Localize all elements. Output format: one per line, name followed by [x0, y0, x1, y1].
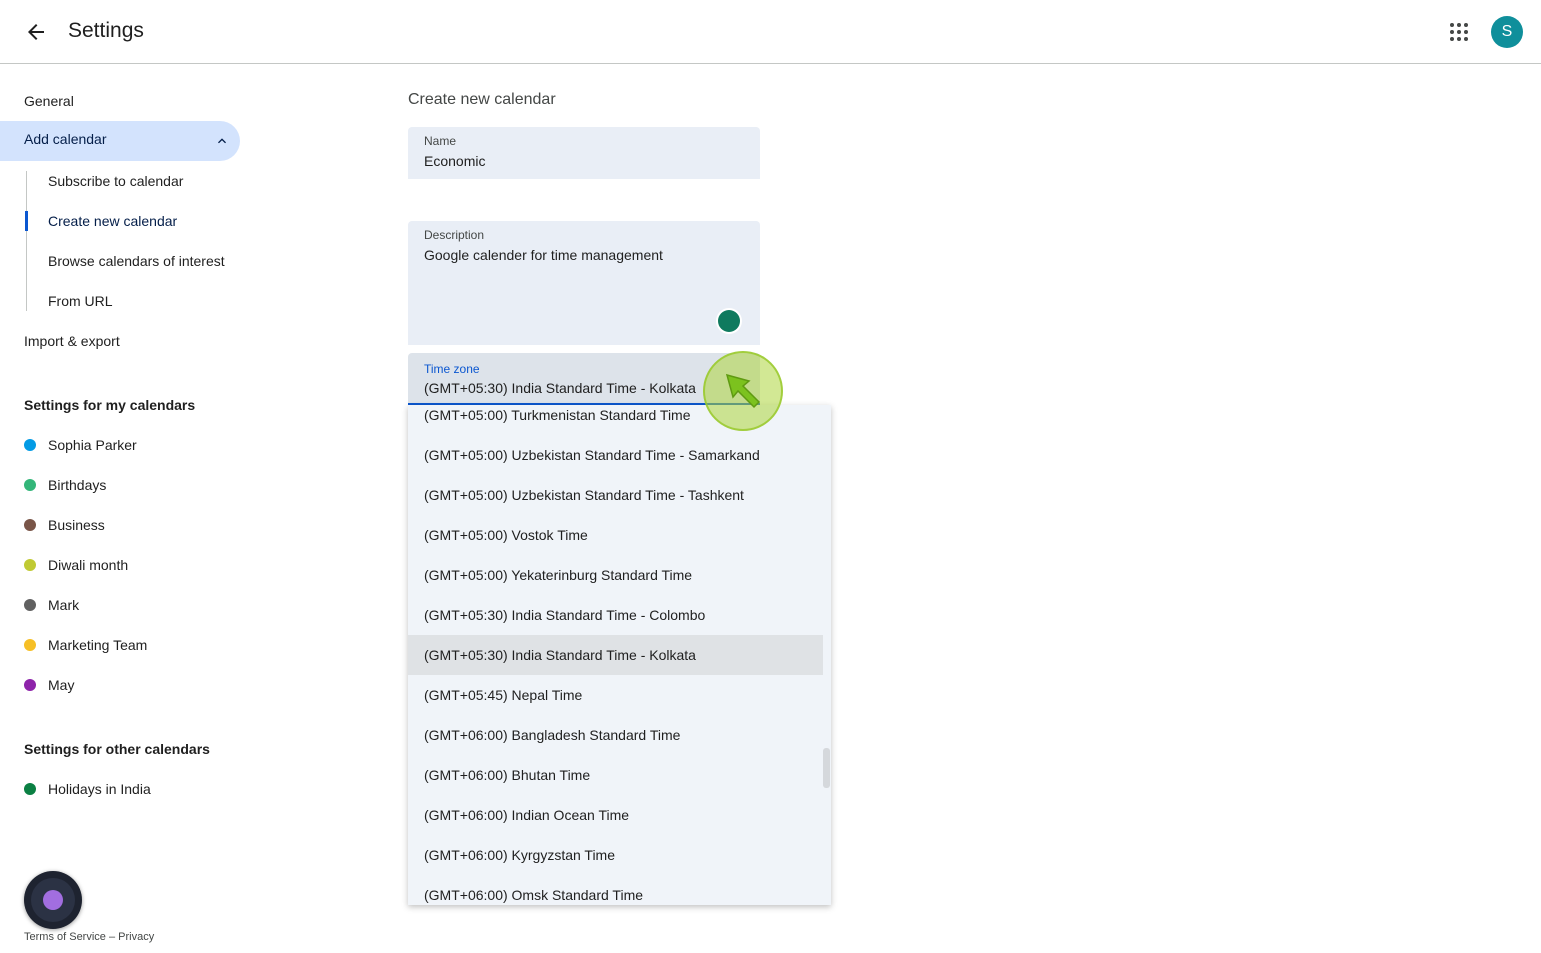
calendar-item[interactable]: Birthdays — [24, 475, 106, 495]
calendar-item[interactable]: Business — [24, 515, 105, 535]
timezone-option[interactable]: (GMT+06:00) Bhutan Time — [408, 755, 823, 795]
sidebar-subitem-create-new[interactable]: Create new calendar — [48, 211, 177, 231]
calendar-color-dot — [24, 783, 36, 795]
sidebar-subitem-from-url[interactable]: From URL — [48, 291, 113, 311]
apps-button[interactable] — [1443, 16, 1475, 48]
calendar-color-dot — [24, 679, 36, 691]
sidebar-item-add-calendar[interactable]: Add calendar — [0, 121, 240, 161]
timezone-option-selected[interactable]: (GMT+05:30) India Standard Time - Kolkat… — [408, 635, 823, 675]
timezone-value: (GMT+05:30) India Standard Time - Kolkat… — [424, 380, 696, 396]
calendar-item[interactable]: Sophia Parker — [24, 435, 137, 455]
footer-separator: – — [108, 931, 116, 943]
description-field[interactable]: Description Google calender for time man… — [408, 221, 760, 345]
description-field-value: Google calender for time management — [424, 247, 663, 263]
calendar-name: Holidays in India — [48, 781, 151, 797]
calendar-name: May — [48, 677, 75, 693]
avatar[interactable]: S — [1491, 16, 1523, 48]
form-heading: Create new calendar — [408, 91, 556, 108]
calendar-color-dot — [24, 519, 36, 531]
timezone-option[interactable]: (GMT+05:00) Vostok Time — [408, 515, 823, 555]
sidebar-subitem-browse[interactable]: Browse calendars of interest — [48, 251, 225, 271]
back-button[interactable] — [20, 16, 52, 48]
apps-grid-icon — [1450, 23, 1468, 41]
other-calendars-title: Settings for other calendars — [24, 741, 210, 757]
calendar-item[interactable]: Mark — [24, 595, 79, 615]
calendar-color-dot — [24, 559, 36, 571]
assistant-dot — [43, 890, 63, 910]
timezone-label: Time zone — [424, 362, 480, 376]
terms-link[interactable]: Terms of Service — [24, 931, 106, 943]
name-field-label: Name — [424, 134, 457, 148]
description-field-label: Description — [424, 228, 485, 242]
timezone-option[interactable]: (GMT+06:00) Kyrgyzstan Time — [408, 835, 823, 875]
subnav-active-marker — [25, 211, 28, 231]
timezone-option[interactable]: (GMT+06:00) Indian Ocean Time — [408, 795, 823, 835]
sidebar-subitem-subscribe[interactable]: Subscribe to calendar — [48, 171, 183, 191]
click-highlight — [703, 351, 783, 431]
privacy-link[interactable]: Privacy — [118, 931, 154, 943]
page-title: Settings — [68, 19, 144, 42]
arrow-left-icon — [28, 24, 44, 40]
calendar-color-dot — [24, 599, 36, 611]
calendar-item[interactable]: Diwali month — [24, 555, 128, 575]
timezone-option[interactable]: (GMT+05:00) Uzbekistan Standard Time - T… — [408, 475, 823, 515]
timezone-option[interactable]: (GMT+06:00) Bangladesh Standard Time — [408, 715, 823, 755]
calendar-item[interactable]: May — [24, 675, 74, 695]
calendar-color-dot — [24, 439, 36, 451]
timezone-dropdown[interactable]: (GMT+05:00) Turkmenistan Standard Time (… — [408, 405, 831, 905]
app-header: Settings S — [0, 0, 1541, 64]
cursor-arrow-icon — [725, 373, 761, 409]
timezone-option[interactable]: (GMT+05:30) India Standard Time - Colomb… — [408, 595, 823, 635]
timezone-option[interactable]: (GMT+05:00) Uzbekistan Standard Time - S… — [408, 435, 823, 475]
calendar-color-dot — [24, 639, 36, 651]
assistant-icon — [31, 878, 75, 922]
calendar-name: Birthdays — [48, 477, 107, 493]
my-calendars-title: Settings for my calendars — [24, 397, 196, 413]
sidebar-item-import-export[interactable]: Import & export — [24, 331, 120, 351]
footer: Terms of Service – Privacy — [24, 931, 154, 943]
timezone-option[interactable]: (GMT+05:00) Yekaterinburg Standard Time — [408, 555, 823, 595]
calendar-name: Sophia Parker — [48, 437, 137, 453]
subnav-line — [26, 171, 27, 311]
calendar-name: Diwali month — [48, 557, 129, 573]
calendar-color-dot — [24, 479, 36, 491]
calendar-name: Mark — [48, 597, 80, 613]
grammarly-badge — [718, 310, 740, 332]
assistant-button[interactable] — [24, 871, 82, 929]
name-field-value: Economic — [424, 153, 486, 169]
calendar-item[interactable]: Holidays in India — [24, 779, 151, 799]
calendar-item[interactable]: Marketing Team — [24, 635, 147, 655]
calendar-name: Marketing Team — [48, 637, 148, 653]
timezone-option[interactable]: (GMT+05:45) Nepal Time — [408, 675, 823, 715]
grammarly-icon[interactable] — [716, 308, 742, 334]
chevron-up-icon — [218, 138, 226, 144]
calendar-name: Business — [48, 517, 105, 533]
name-field[interactable]: Name Economic — [408, 127, 760, 179]
sidebar-item-general[interactable]: General — [24, 91, 74, 111]
timezone-option[interactable]: (GMT+06:00) Omsk Standard Time — [408, 875, 823, 905]
dropdown-scrollbar[interactable] — [823, 748, 830, 788]
sidebar-item-label: Add calendar — [24, 131, 107, 147]
